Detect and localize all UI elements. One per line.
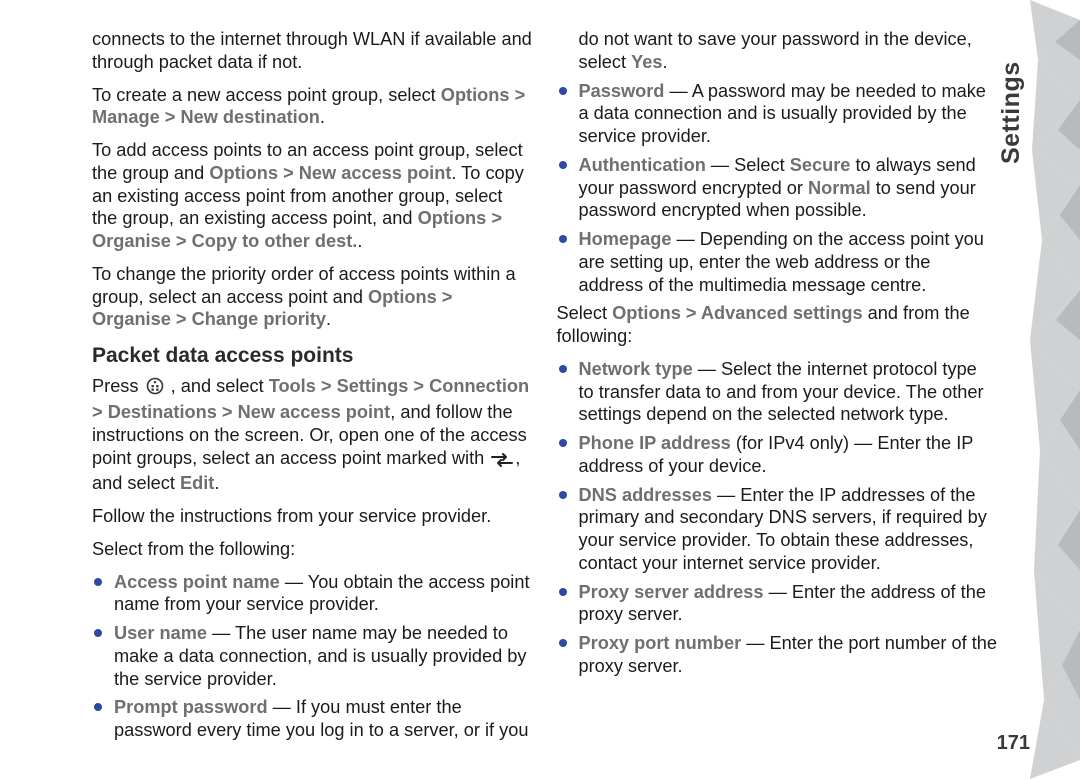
paragraph: connects to the internet through WLAN if… xyxy=(92,28,533,74)
menu-path: Advanced settings xyxy=(701,303,863,323)
paragraph: Select Options > Advanced settings and f… xyxy=(557,302,998,348)
term: Secure xyxy=(790,155,851,175)
menu-path: New destination xyxy=(180,107,319,127)
list-item: Homepage — Depending on the access point… xyxy=(557,228,998,302)
text: . xyxy=(320,107,325,127)
packet-data-icon xyxy=(491,450,513,473)
gt: > xyxy=(515,85,526,105)
page-number: 171 xyxy=(997,732,1030,755)
gt: > xyxy=(176,231,192,251)
menu-path: Options xyxy=(612,303,681,323)
term: Phone IP address xyxy=(579,433,731,453)
menu-path: Change priority xyxy=(192,309,326,329)
menu-path: Destinations xyxy=(108,402,217,422)
text: Press xyxy=(92,376,144,396)
gt: > xyxy=(283,163,299,183)
paragraph: Follow the instructions from your servic… xyxy=(92,505,533,528)
menu-path: Options xyxy=(418,208,487,228)
menu-path: Edit xyxy=(180,473,214,493)
gt: > xyxy=(222,402,238,422)
term: Normal xyxy=(808,178,871,198)
gt: > xyxy=(491,208,502,228)
body-text: connects to the internet through WLAN if… xyxy=(92,28,997,748)
menu-path: New access point xyxy=(299,163,452,183)
text: . xyxy=(214,473,219,493)
menu-path: Manage xyxy=(92,107,160,127)
menu-path: New access point xyxy=(238,402,391,422)
gt: > xyxy=(92,402,108,422)
list-item: Access point name — You obtain the acces… xyxy=(92,571,533,623)
list-item: Authentication — Select Secure to always… xyxy=(557,154,998,228)
list-item: DNS addresses — Enter the IP addresses o… xyxy=(557,484,998,581)
paragraph: To create a new access point group, sele… xyxy=(92,84,533,130)
term: Network type xyxy=(579,359,693,379)
menu-path: Connection xyxy=(429,376,529,396)
menu-path: Tools xyxy=(269,376,316,396)
gt: > xyxy=(165,107,181,127)
term: Access point name xyxy=(114,572,280,592)
term: Prompt password xyxy=(114,697,268,717)
text: . xyxy=(326,309,331,329)
section-tab: Settings xyxy=(997,24,1027,164)
list-item: Proxy port number — Enter the port numbe… xyxy=(557,632,998,684)
term: Proxy server address xyxy=(579,582,764,602)
gt: > xyxy=(442,287,453,307)
term: Proxy port number xyxy=(579,633,742,653)
list-item: User name — The user name may be needed … xyxy=(92,622,533,696)
menu-path: Organise xyxy=(92,231,171,251)
gt: > xyxy=(176,309,192,329)
menu-path: Settings xyxy=(337,376,409,396)
bullet-list: Network type — Select the internet proto… xyxy=(557,358,998,684)
term: DNS addresses xyxy=(579,485,712,505)
menu-path: Organise xyxy=(92,309,171,329)
menu-path: Options xyxy=(368,287,437,307)
list-item: Proxy server address — Enter the address… xyxy=(557,581,998,633)
triangle-pattern xyxy=(1030,0,1080,779)
paragraph: Select from the following: xyxy=(92,538,533,561)
gt: > xyxy=(321,376,337,396)
paragraph: To add access points to an access point … xyxy=(92,139,533,253)
term: Password xyxy=(579,81,665,101)
term: Authentication xyxy=(579,155,706,175)
list-item: Phone IP address (for IPv4 only) — Enter… xyxy=(557,432,998,484)
menu-path: Options xyxy=(441,85,510,105)
paragraph: To change the priority order of access p… xyxy=(92,263,533,331)
term: Yes xyxy=(631,52,662,72)
page: Settings 171 connects to the internet th… xyxy=(0,0,1080,779)
text: Select xyxy=(557,303,613,323)
text: — Select xyxy=(706,155,790,175)
decorative-strip xyxy=(1030,0,1080,779)
heading: Packet data access points xyxy=(92,343,533,369)
text: . xyxy=(662,52,667,72)
menu-path: Copy to other dest. xyxy=(192,231,358,251)
text: To create a new access point group, sele… xyxy=(92,85,441,105)
text: , and select xyxy=(171,376,269,396)
gt: > xyxy=(686,303,701,323)
term: User name xyxy=(114,623,207,643)
menu-path: Options xyxy=(209,163,278,183)
list-item: Network type — Select the internet proto… xyxy=(557,358,998,432)
term: Homepage xyxy=(579,229,672,249)
menu-key-icon xyxy=(146,377,164,401)
list-item: Password — A password may be needed to m… xyxy=(557,80,998,154)
paragraph: Press , and select Tools > Settings > Co… xyxy=(92,375,533,495)
gt: > xyxy=(413,376,429,396)
text: . xyxy=(357,231,362,251)
